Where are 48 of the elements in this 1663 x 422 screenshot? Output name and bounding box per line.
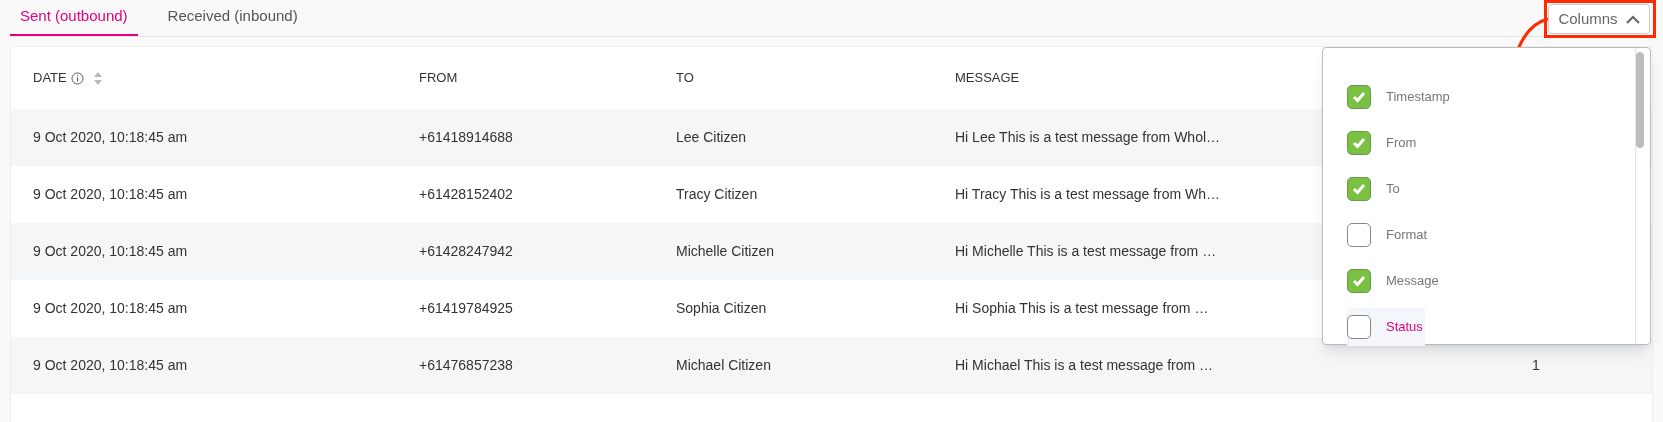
menu-item[interactable]: Message: [1347, 262, 1441, 300]
menu-item[interactable]: Format: [1347, 216, 1430, 254]
table-cell-text: Hi Lee This is a test message from Whol…: [955, 128, 1221, 147]
table-cell-text: Michael Citizen: [676, 356, 771, 375]
menu-item[interactable]: To: [1347, 170, 1402, 208]
table-cell-text: Sophia Citizen: [676, 299, 767, 318]
checkmark-icon: [1352, 137, 1366, 149]
table-cell-text: 9 Oct 2020, 10:18:45 am: [33, 242, 188, 261]
tab[interactable]: Sent (outbound): [10, 0, 138, 36]
table-cell-text: 9 Oct 2020, 10:18:45 am: [33, 299, 188, 318]
checkmark-icon: [1352, 91, 1366, 103]
table-cell-text: Hi Tracy This is a test message from Wh…: [955, 185, 1221, 204]
table-cell-text: Hi Michael This is a test message from …: [955, 356, 1214, 375]
column-header: FROM: [419, 69, 458, 88]
checkbox[interactable]: [1347, 315, 1371, 339]
column-header: TO: [676, 69, 694, 88]
checkmark-icon: [1352, 275, 1366, 287]
menu-item[interactable]: From: [1347, 124, 1419, 162]
table-cell-text: Hi Michelle This is a test message from …: [955, 242, 1217, 261]
table-cell-text: +61476857238: [419, 356, 513, 375]
table-cell-text: +61419784925: [419, 299, 513, 318]
checkbox[interactable]: [1347, 269, 1371, 293]
table-cell-text: +61428152402: [419, 185, 513, 204]
column-header: DATE: [33, 69, 67, 88]
table-cell-text: 1: [1532, 356, 1540, 375]
table-cell-text: Hi Sophia This is a test message from …: [955, 299, 1209, 318]
menu-item[interactable]: Timestamp: [1347, 78, 1452, 116]
columns-button[interactable]: Columns: [1548, 4, 1650, 34]
table-cell-text: +61428247942: [419, 242, 513, 261]
info-icon[interactable]: [70, 71, 84, 85]
tab[interactable]: Received (inbound): [157, 0, 308, 36]
table-cell-text: 9 Oct 2020, 10:18:45 am: [33, 185, 188, 204]
sort-icon[interactable]: [93, 71, 102, 85]
checkbox[interactable]: [1347, 85, 1371, 109]
checkmark-icon: [1352, 183, 1366, 195]
table-cell-text: Tracy Citizen: [676, 185, 758, 204]
table-cell-text: Lee Citizen: [676, 128, 747, 147]
menu-item[interactable]: Status: [1347, 308, 1425, 346]
table-cell-text: 9 Oct 2020, 10:18:45 am: [33, 128, 188, 147]
checkbox[interactable]: [1347, 223, 1371, 247]
table-cell-text: +61418914688: [419, 128, 513, 147]
checkbox[interactable]: [1347, 131, 1371, 155]
checkbox[interactable]: [1347, 177, 1371, 201]
column-header: MESSAGE: [955, 69, 1020, 88]
table-cell-text: 9 Oct 2020, 10:18:45 am: [33, 356, 188, 375]
table-cell-text: Michelle Citizen: [676, 242, 775, 261]
scrollbar[interactable]: [1636, 52, 1644, 148]
chevron-up-icon: [1625, 14, 1640, 24]
